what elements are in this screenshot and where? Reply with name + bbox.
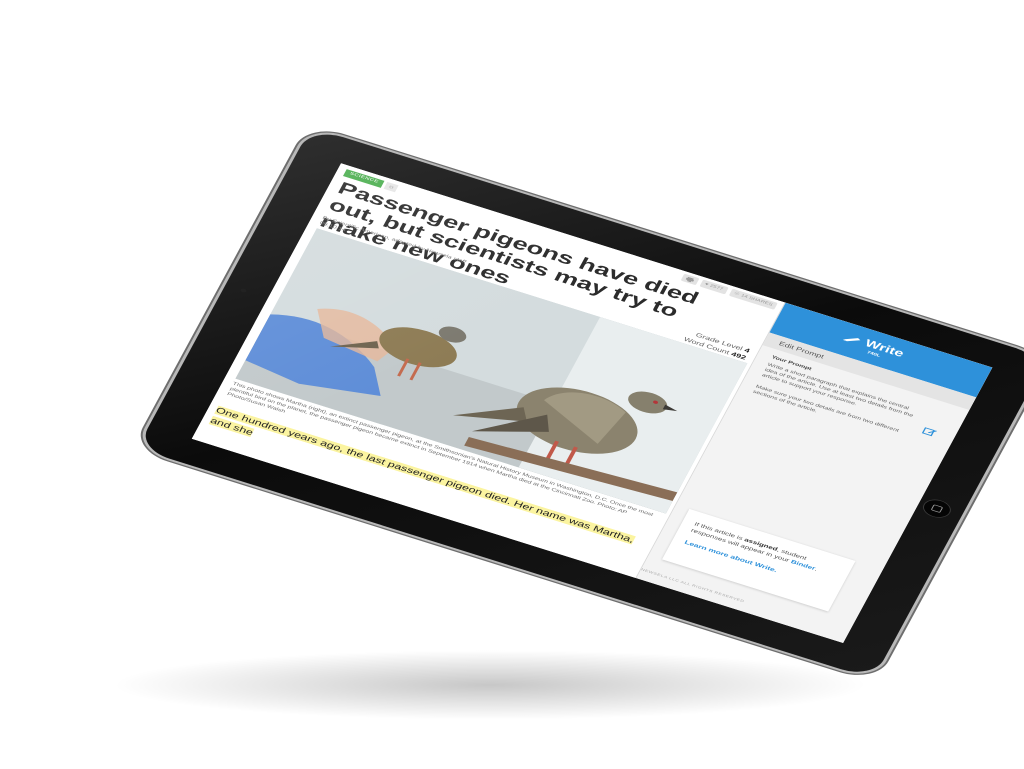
write-title: Write: [862, 337, 906, 360]
edit-icon[interactable]: [921, 426, 939, 438]
print-icon: [685, 276, 694, 282]
device-shadow: [110, 650, 870, 720]
like-count: 2577: [709, 283, 724, 292]
grade-level-value[interactable]: 4: [743, 347, 751, 354]
print-button[interactable]: [680, 273, 700, 286]
pencil-icon: [842, 338, 861, 342]
binder-link[interactable]: Binder: [790, 559, 817, 572]
info-suffix: .: [813, 566, 819, 573]
tablet-device: SCIENCE ☼ ♥ 2577 ☉ 14 SHARES Passenger p…: [136, 127, 1024, 680]
